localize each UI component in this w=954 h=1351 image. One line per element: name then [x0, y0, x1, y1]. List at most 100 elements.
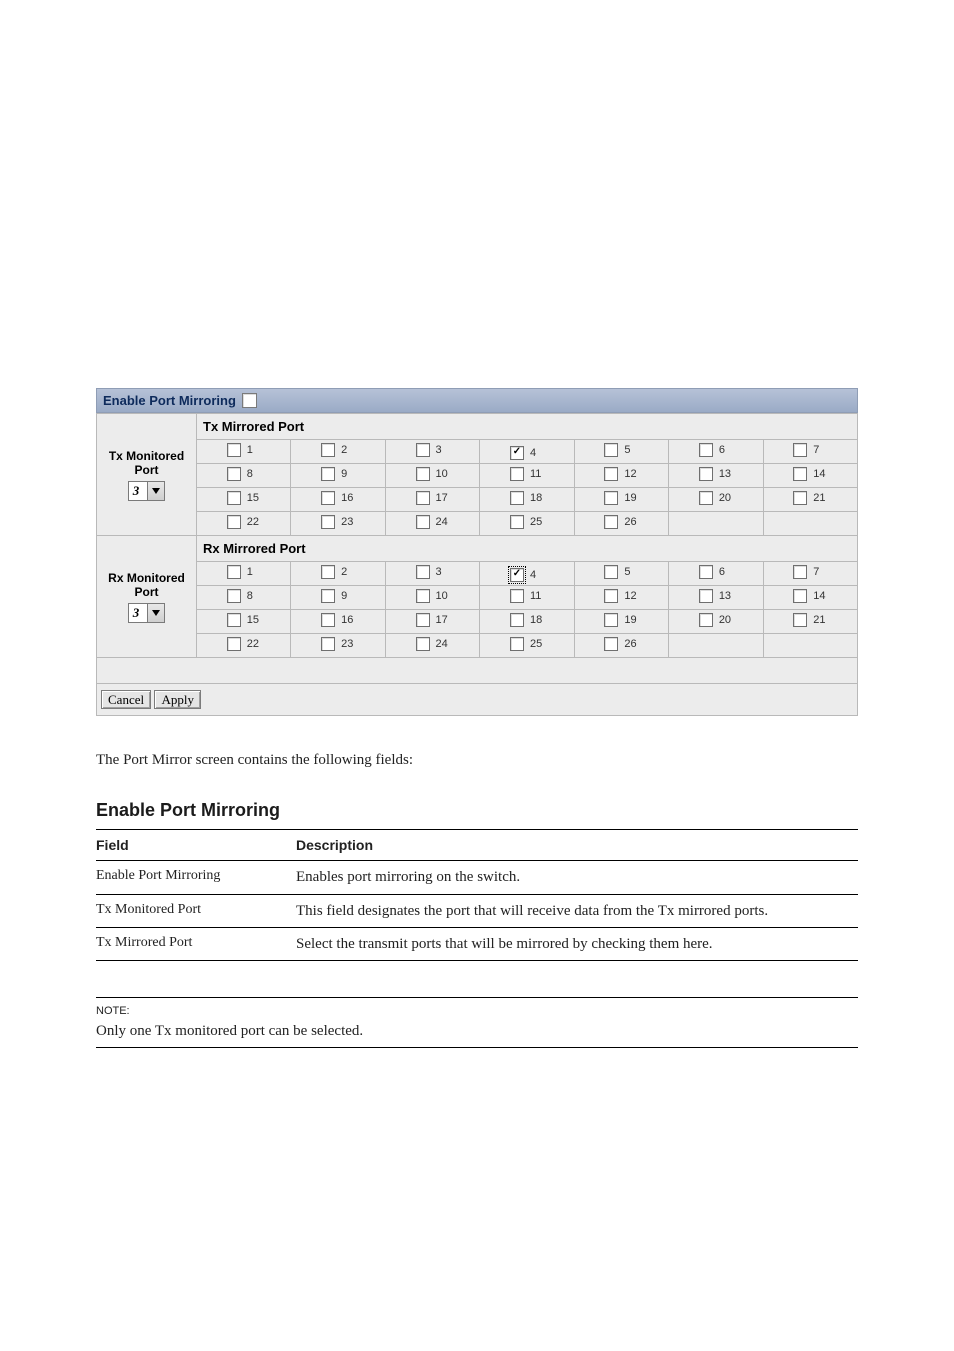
tx-port-checkbox[interactable] [416, 515, 430, 529]
tx-port-number: 24 [436, 516, 450, 528]
rx-port-cell: 20 [669, 610, 763, 634]
rx-port-checkbox[interactable] [699, 565, 713, 579]
tx-port-checkbox[interactable] [416, 443, 430, 457]
rx-port-cell: 13 [669, 586, 763, 610]
tx-port-cell: 25 [480, 512, 574, 536]
rx-port-cell: 24 [385, 634, 479, 658]
tx-port-cell: 3 [385, 440, 479, 464]
rx-port-checkbox[interactable] [227, 565, 241, 579]
tx-port-checkbox[interactable] [793, 491, 807, 505]
rx-monitored-port-select[interactable]: 3 [128, 603, 166, 623]
cancel-button[interactable]: Cancel [101, 690, 151, 709]
tx-port-checkbox[interactable] [510, 515, 524, 529]
rx-port-checkbox[interactable] [510, 613, 524, 627]
note-block: NOTE: Only one Tx monitored port can be … [96, 997, 858, 1048]
tx-port-checkbox[interactable] [227, 467, 241, 481]
enable-port-mirroring-checkbox[interactable] [242, 393, 257, 408]
tx-port-checkbox[interactable] [227, 443, 241, 457]
tx-port-number: 16 [341, 492, 355, 504]
rx-port-cell: 4 [480, 562, 574, 586]
tx-port-checkbox[interactable] [416, 491, 430, 505]
rx-port-cell: 17 [385, 610, 479, 634]
tx-monitored-label-1: Tx Monitored [101, 449, 192, 463]
tx-port-checkbox[interactable] [604, 515, 618, 529]
rx-port-checkbox[interactable] [321, 589, 335, 603]
tx-port-checkbox[interactable] [321, 491, 335, 505]
rx-port-checkbox[interactable] [510, 568, 524, 582]
rx-port-checkbox[interactable] [227, 637, 241, 651]
tx-port-number: 5 [624, 444, 638, 456]
rx-port-checkbox[interactable] [699, 589, 713, 603]
rx-port-number: 1 [247, 566, 261, 578]
rx-port-checkbox[interactable] [604, 613, 618, 627]
tx-port-number: 25 [530, 516, 544, 528]
tx-port-checkbox[interactable] [227, 491, 241, 505]
tx-port-checkbox[interactable] [321, 515, 335, 529]
rx-port-checkbox[interactable] [416, 613, 430, 627]
tx-port-cell: 16 [291, 488, 385, 512]
rx-mirrored-port-title: Rx Mirrored Port [197, 536, 858, 562]
note-label: NOTE: [96, 1004, 858, 1019]
rx-port-number: 8 [247, 590, 261, 602]
table-row: Tx Mirrored Port Select the transmit por… [96, 928, 858, 961]
port-mirror-panel: Enable Port Mirroring Tx Monitored Port … [96, 388, 858, 716]
tx-port-checkbox[interactable] [604, 443, 618, 457]
tx-port-cell: 23 [291, 512, 385, 536]
rx-port-checkbox[interactable] [604, 637, 618, 651]
tx-port-number: 17 [436, 492, 450, 504]
rx-port-cell [669, 634, 763, 658]
tx-port-checkbox[interactable] [604, 491, 618, 505]
tx-port-checkbox[interactable] [510, 467, 524, 481]
rx-port-checkbox[interactable] [604, 565, 618, 579]
tx-port-checkbox[interactable] [793, 443, 807, 457]
rx-port-number: 10 [436, 590, 450, 602]
rx-port-checkbox[interactable] [321, 565, 335, 579]
tx-port-checkbox[interactable] [510, 446, 524, 460]
tx-port-cell: 18 [480, 488, 574, 512]
rx-port-number: 7 [813, 566, 827, 578]
tx-port-checkbox[interactable] [227, 515, 241, 529]
tx-port-checkbox[interactable] [699, 443, 713, 457]
rx-port-checkbox[interactable] [793, 589, 807, 603]
rx-port-checkbox[interactable] [321, 613, 335, 627]
rx-port-checkbox[interactable] [510, 589, 524, 603]
tx-port-checkbox[interactable] [699, 491, 713, 505]
rx-port-checkbox[interactable] [227, 589, 241, 603]
rx-port-number: 17 [436, 614, 450, 626]
rx-port-number: 19 [624, 614, 638, 626]
tx-port-cell: 2 [291, 440, 385, 464]
rx-port-checkbox[interactable] [227, 613, 241, 627]
rx-port-checkbox[interactable] [321, 637, 335, 651]
tx-port-checkbox[interactable] [699, 467, 713, 481]
tx-port-cell: 12 [574, 464, 668, 488]
tx-port-checkbox[interactable] [604, 467, 618, 481]
rx-port-checkbox[interactable] [416, 589, 430, 603]
rx-port-checkbox[interactable] [699, 613, 713, 627]
tx-port-cell: 4 [480, 440, 574, 464]
tx-port-checkbox[interactable] [321, 467, 335, 481]
rx-port-number: 15 [247, 614, 261, 626]
tx-port-checkbox[interactable] [416, 467, 430, 481]
apply-button[interactable]: Apply [154, 690, 201, 709]
rx-port-checkbox[interactable] [416, 637, 430, 651]
tx-port-checkbox[interactable] [793, 467, 807, 481]
rx-port-cell: 7 [763, 562, 857, 586]
rx-port-checkbox[interactable] [416, 565, 430, 579]
rx-port-checkbox[interactable] [793, 613, 807, 627]
field-name: Enable Port Mirroring [96, 867, 276, 887]
rx-port-checkbox[interactable] [604, 589, 618, 603]
tx-port-number: 2 [341, 444, 355, 456]
tx-select-value: 3 [129, 482, 148, 500]
rx-port-number: 3 [436, 566, 450, 578]
tx-monitored-port-select[interactable]: 3 [128, 481, 166, 501]
tx-port-number: 23 [341, 516, 355, 528]
caption-text: The Port Mirror screen contains the foll… [96, 750, 858, 770]
field-desc: Select the transmit ports that will be m… [296, 934, 858, 954]
rx-port-cell: 10 [385, 586, 479, 610]
rx-port-checkbox[interactable] [793, 565, 807, 579]
tx-port-checkbox[interactable] [321, 443, 335, 457]
tx-port-number: 14 [813, 468, 827, 480]
tx-port-checkbox[interactable] [510, 491, 524, 505]
rx-port-checkbox[interactable] [510, 637, 524, 651]
rx-port-number: 6 [719, 566, 733, 578]
